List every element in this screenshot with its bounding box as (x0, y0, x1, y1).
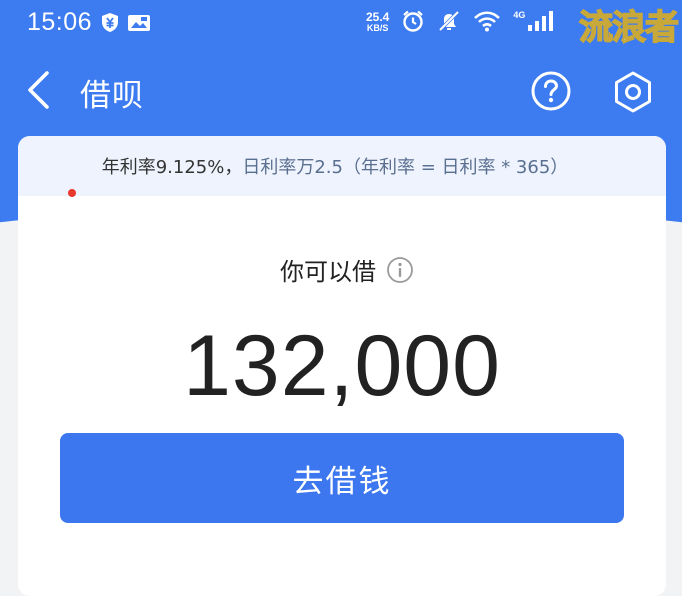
status-bar: 15:06 25.4 KB/S 4G 流浪者 (0, 0, 682, 49)
settings-button[interactable] (611, 70, 655, 114)
back-button[interactable] (18, 68, 58, 112)
available-credit-label: 你可以借 (280, 258, 376, 286)
network-speed-unit: KB/S (366, 23, 389, 33)
watermark-logo: 流浪者 (578, 7, 680, 49)
annual-rate-text: 年利率9.125%， (101, 157, 243, 178)
back-arrow-icon (28, 71, 49, 109)
daily-rate-text: 日利率万2.5（年利率 = 日利率 * 365） (242, 157, 569, 178)
settings-icon (615, 71, 651, 113)
image-message-icon (127, 13, 151, 37)
shield-yen-icon (101, 12, 119, 37)
info-icon[interactable] (386, 256, 414, 284)
help-icon (531, 71, 571, 111)
wifi-icon (473, 10, 501, 36)
alarm-clock-icon (401, 9, 425, 37)
status-notification-icons (101, 12, 151, 37)
interest-rate-banner: 年利率9.125%， 日利率万2.5（年利率 = 日利率 * 365） (18, 136, 666, 196)
status-time: 15:06 (27, 8, 93, 36)
help-button[interactable] (530, 70, 572, 112)
network-speed: 25.4 KB/S (366, 10, 390, 34)
available-credit-header: 你可以借 (18, 252, 666, 287)
status-system-icons: 25.4 KB/S 4G (366, 9, 554, 37)
borrow-card: 年利率9.125%， 日利率万2.5（年利率 = 日利率 * 365） 你可以借… (18, 136, 666, 596)
nav-bar: 借呗 (0, 46, 682, 134)
network-speed-value: 25.4 (366, 10, 390, 24)
mute-bell-icon (437, 9, 461, 37)
borrow-money-button[interactable]: 去借钱 (60, 433, 624, 523)
signal-type-label: 4G (513, 10, 526, 20)
notification-dot (68, 189, 76, 197)
available-credit-amount: 132,000 (183, 318, 501, 414)
page-title: 借呗 (80, 78, 144, 114)
signal-strength-icon (527, 10, 554, 36)
